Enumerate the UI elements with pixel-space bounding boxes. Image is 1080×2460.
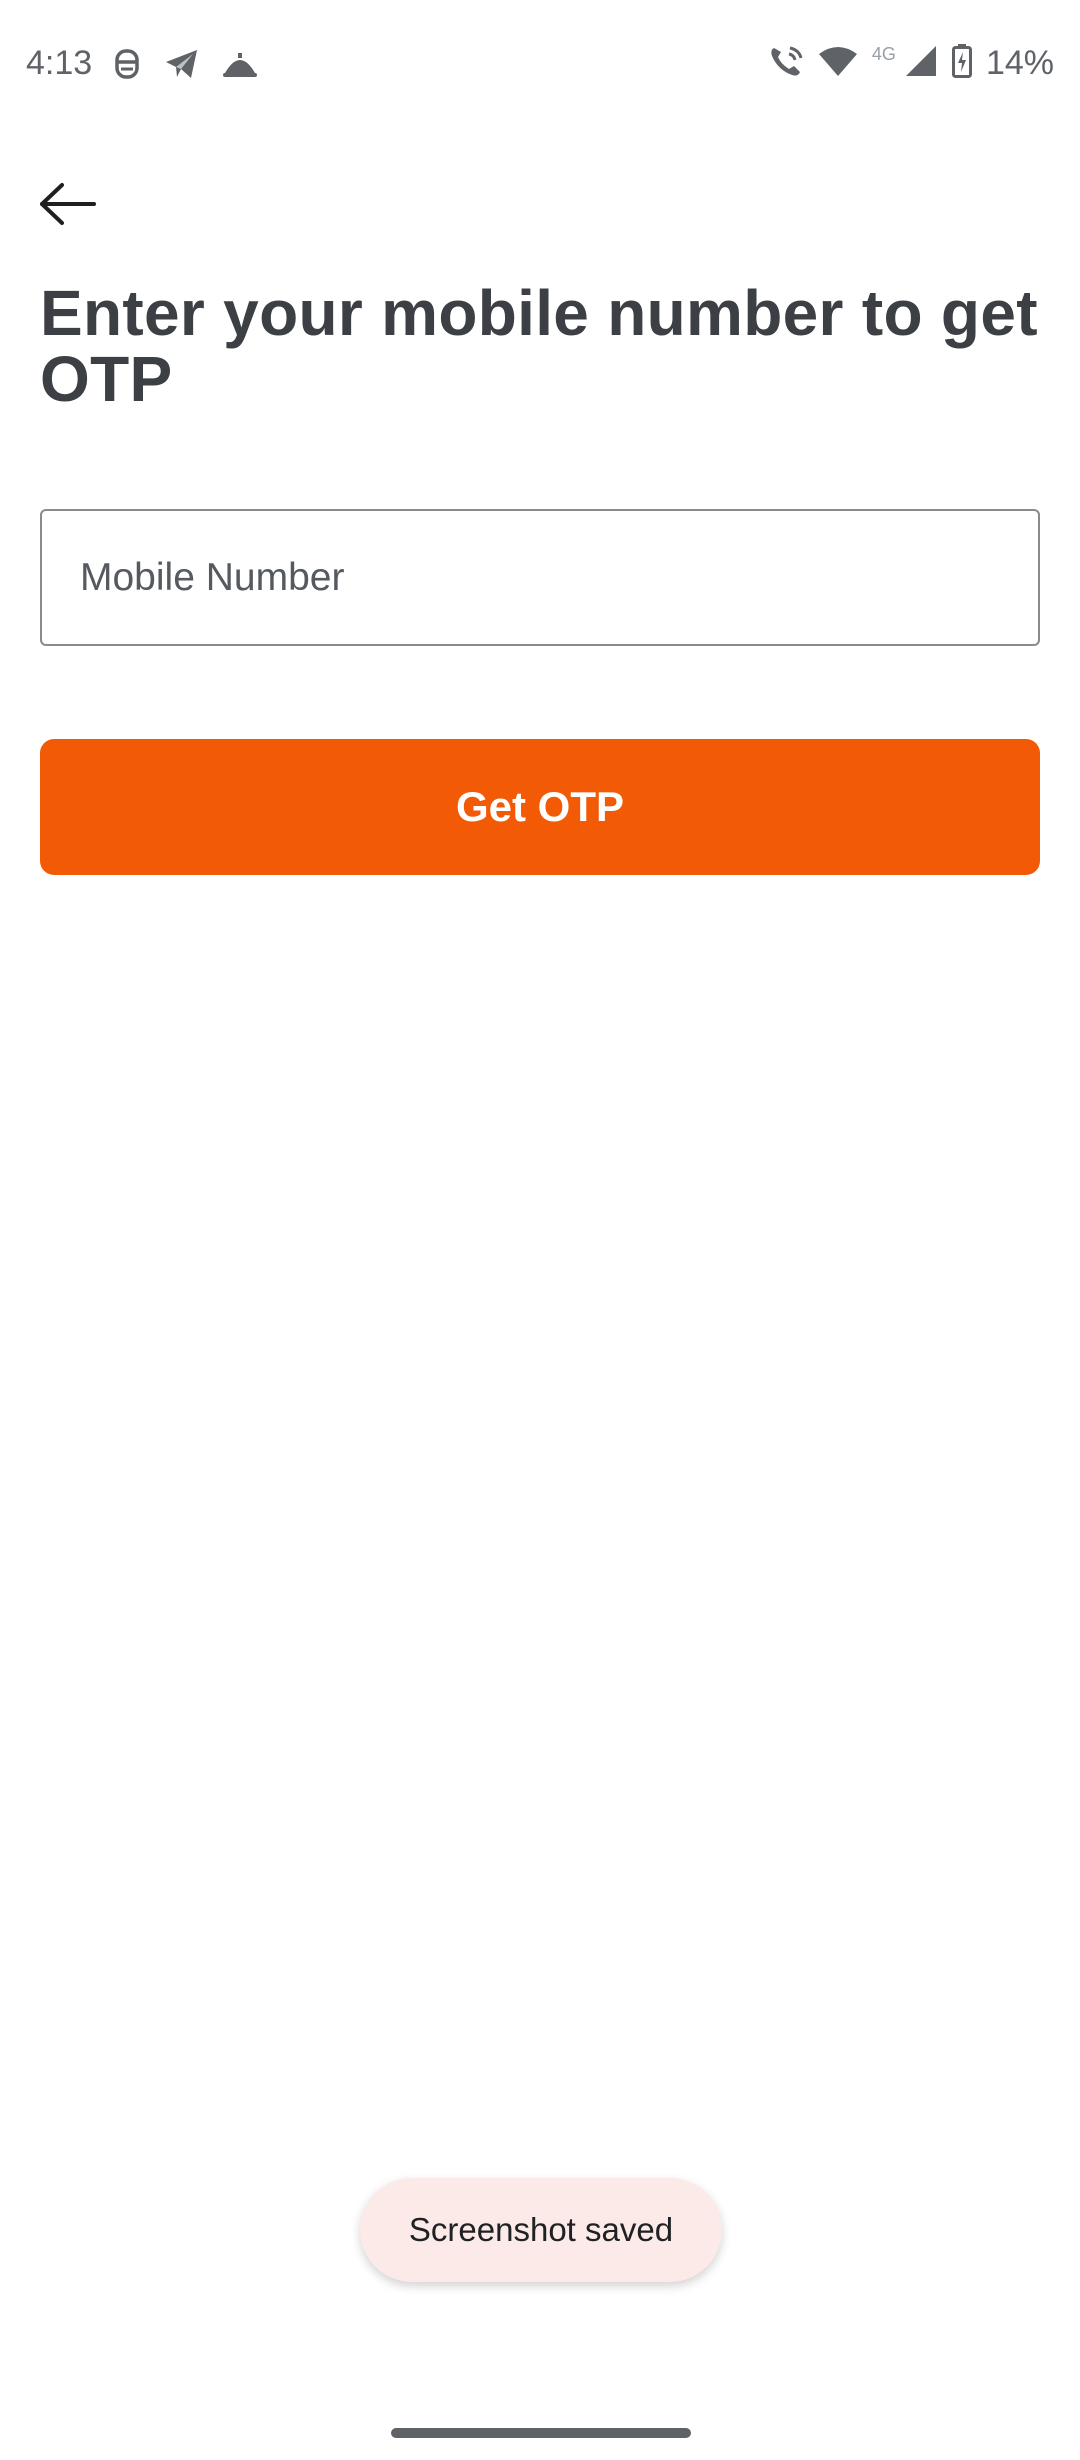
battery-charging-icon xyxy=(951,44,972,83)
toast-message: Screenshot saved xyxy=(408,2211,674,2248)
status-notification-icons xyxy=(112,48,258,85)
page-title: Enter your mobile number to get OTP xyxy=(40,277,1038,415)
telegram-icon xyxy=(164,48,200,85)
arrow-left-icon xyxy=(38,182,98,231)
signal-icon xyxy=(904,45,938,82)
screenshot-saved-toast: Screenshot saved xyxy=(360,2178,722,2282)
service-bell-icon xyxy=(222,49,258,84)
battery-percent: 14% xyxy=(985,44,1054,82)
wifi-calling-icon xyxy=(768,44,804,83)
notification-app-icon xyxy=(112,48,142,85)
wifi-icon xyxy=(818,45,858,82)
status-time: 4:13 xyxy=(26,44,93,82)
gesture-nav-handle[interactable] xyxy=(391,2428,691,2438)
network-type-label: 4G xyxy=(871,44,896,64)
status-bar: 4:13 4G 14% xyxy=(0,0,1080,132)
mobile-number-input[interactable] xyxy=(40,509,1040,646)
get-otp-button[interactable]: Get OTP xyxy=(40,739,1040,875)
status-system-icons: 4G 14% xyxy=(768,44,1054,83)
back-button[interactable] xyxy=(38,178,102,234)
